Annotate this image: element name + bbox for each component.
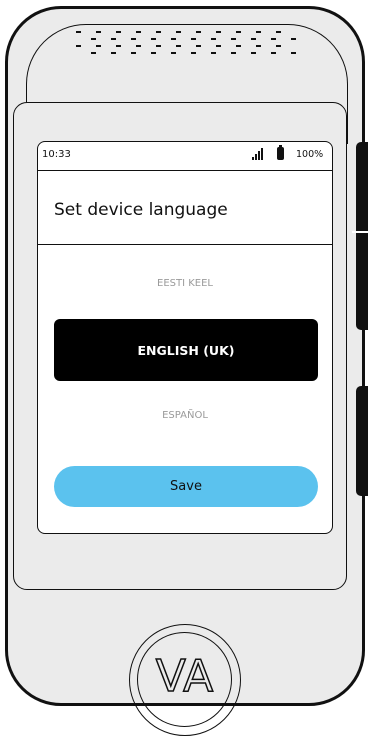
speaker-hole	[131, 38, 136, 40]
speaker-hole	[156, 45, 161, 47]
speaker-hole	[151, 52, 156, 54]
side-button-divider	[352, 231, 368, 233]
language-option-next[interactable]: ESPAÑOL	[38, 410, 332, 421]
device-screen: 10:33 100% Set device language EESTI KEE…	[37, 141, 333, 534]
speaker-hole	[156, 31, 161, 33]
device-logo: VA	[129, 624, 241, 736]
side-button-lower[interactable]	[356, 386, 368, 496]
speaker-hole	[271, 38, 276, 40]
speaker-hole	[236, 45, 241, 47]
speaker-hole	[76, 45, 81, 47]
speaker-hole	[216, 45, 221, 47]
speaker-hole	[96, 31, 101, 33]
speaker-grille	[76, 31, 306, 61]
speaker-hole	[111, 38, 116, 40]
language-option-previous[interactable]: EESTI KEEL	[38, 278, 332, 289]
speaker-hole	[196, 45, 201, 47]
side-button-upper[interactable]	[356, 142, 368, 330]
signal-bars-icon	[252, 148, 264, 160]
speaker-hole	[256, 31, 261, 33]
speaker-hole	[176, 31, 181, 33]
speaker-hole	[216, 31, 221, 33]
speaker-hole	[211, 52, 216, 54]
title-bar: Set device language	[38, 170, 332, 245]
language-option-selected[interactable]: ENGLISH (UK)	[54, 319, 318, 381]
save-button[interactable]: Save	[54, 466, 318, 507]
speaker-hole	[291, 38, 296, 40]
speaker-hole	[96, 45, 101, 47]
status-time: 10:33	[42, 149, 71, 160]
speaker-hole	[276, 45, 281, 47]
device-logo-text: VA	[155, 650, 214, 703]
speaker-hole	[116, 31, 121, 33]
speaker-hole	[211, 38, 216, 40]
status-bar: 10:33 100%	[38, 142, 332, 171]
speaker-hole	[251, 38, 256, 40]
speaker-hole	[76, 31, 81, 33]
device-logo-ring: VA	[137, 632, 232, 727]
speaker-hole	[151, 38, 156, 40]
speaker-hole	[191, 52, 196, 54]
speaker-hole	[276, 31, 281, 33]
speaker-hole	[236, 31, 241, 33]
speaker-hole	[231, 38, 236, 40]
speaker-hole	[91, 52, 96, 54]
speaker-hole	[271, 52, 276, 54]
speaker-hole	[171, 38, 176, 40]
speaker-hole	[131, 52, 136, 54]
speaker-hole	[171, 52, 176, 54]
speaker-hole	[196, 31, 201, 33]
speaker-hole	[116, 45, 121, 47]
page-title: Set device language	[54, 200, 228, 220]
speaker-hole	[136, 31, 141, 33]
speaker-hole	[91, 38, 96, 40]
speaker-hole	[251, 52, 256, 54]
speaker-hole	[191, 38, 196, 40]
speaker-hole	[256, 45, 261, 47]
speaker-hole	[176, 45, 181, 47]
battery-icon	[277, 145, 284, 160]
battery-percent: 100%	[296, 149, 324, 160]
speaker-hole	[291, 52, 296, 54]
speaker-hole	[111, 52, 116, 54]
speaker-hole	[231, 52, 236, 54]
speaker-hole	[136, 45, 141, 47]
